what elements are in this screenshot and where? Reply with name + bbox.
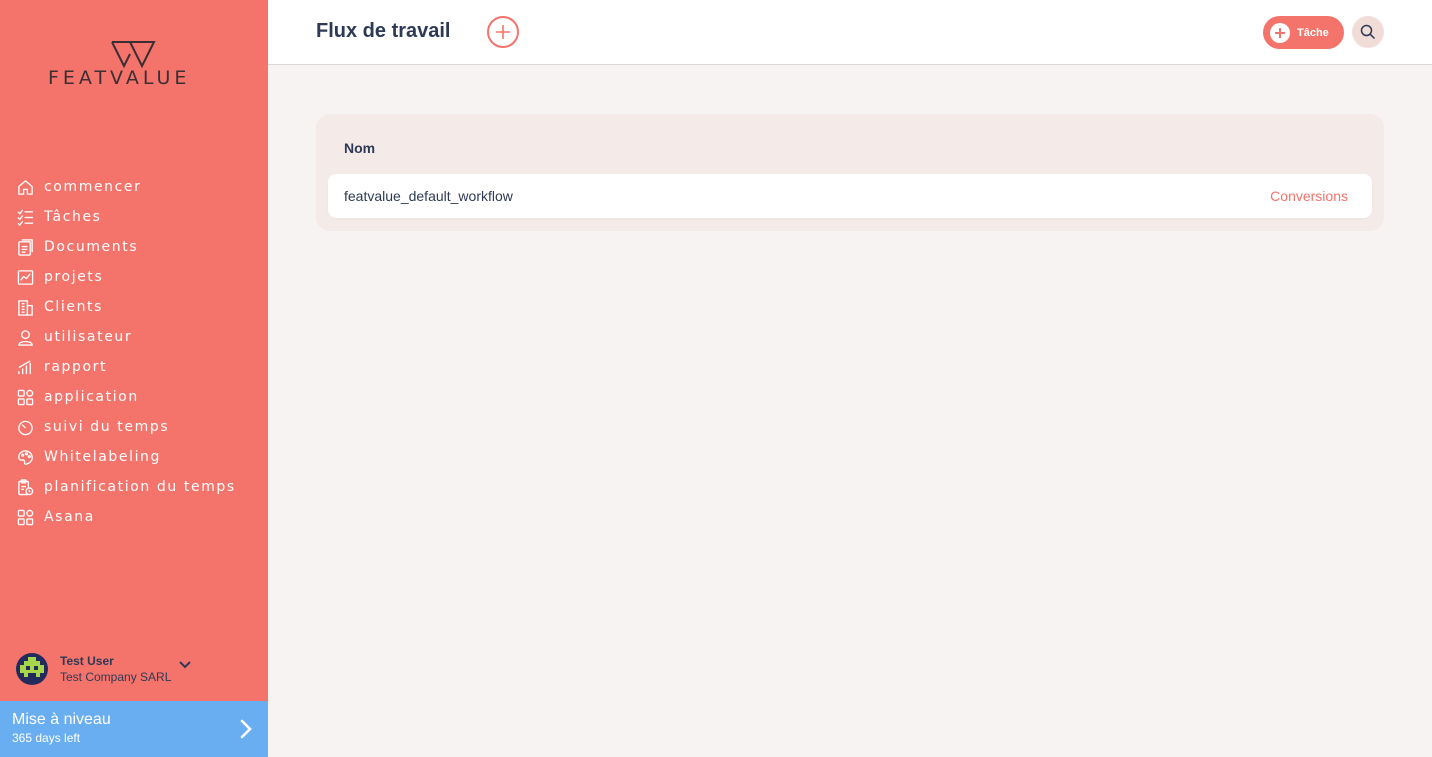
sidebar-item-planification-du-temps[interactable]: planification du temps — [16, 472, 260, 502]
add-workflow-button[interactable] — [487, 16, 519, 48]
avatar — [16, 653, 48, 685]
table-row[interactable]: featvalue_default_workflow Conversions — [328, 174, 1372, 218]
user-icon — [16, 328, 34, 346]
sidebar-item-label: projets — [44, 269, 104, 285]
plus-icon — [1270, 22, 1290, 43]
sidebar-item-clients[interactable]: Clients — [16, 292, 260, 322]
logo-mark-icon — [111, 41, 156, 68]
sidebar-item-label: utilisateur — [44, 329, 133, 345]
sidebar-nav: commencer Tâches Documents projets Clien… — [16, 172, 260, 532]
upgrade-title: Mise à niveau — [12, 711, 111, 728]
sidebar-item-rapport[interactable]: rapport — [16, 352, 260, 382]
document-icon — [16, 238, 34, 256]
featvalue-logo[interactable]: FEATVALUE — [48, 40, 220, 90]
sidebar-item-label: Clients — [44, 299, 104, 315]
checklist-icon — [16, 208, 34, 226]
add-task-button[interactable]: Tâche — [1263, 16, 1344, 49]
upgrade-days-left: 365 days left — [12, 731, 81, 745]
sidebar-item-documents[interactable]: Documents — [16, 232, 260, 262]
search-icon — [1360, 24, 1376, 40]
upgrade-banner[interactable]: Mise à niveau 365 days left — [0, 701, 268, 757]
building-icon — [16, 298, 34, 316]
chevron-right-icon — [240, 719, 252, 744]
user-name: Test User — [60, 654, 114, 668]
bar-chart-icon — [16, 358, 34, 376]
sidebar-item-utilisateur[interactable]: utilisateur — [16, 322, 260, 352]
clipboard-clock-icon — [16, 478, 34, 496]
apps-icon — [16, 388, 34, 406]
home-icon — [16, 178, 34, 196]
sidebar-item-label: commencer — [44, 179, 142, 195]
user-menu[interactable]: Test User Test Company SARL — [16, 652, 256, 686]
top-header: Flux de travail Tâche — [268, 0, 1432, 65]
user-company: Test Company SARL — [60, 670, 172, 684]
conversions-link[interactable]: Conversions — [1270, 188, 1348, 204]
sidebar-item-suivi-du-temps[interactable]: suivi du temps — [16, 412, 260, 442]
chevron-down-icon[interactable] — [179, 656, 192, 674]
logo-text: FEATVALUE — [48, 67, 191, 89]
sidebar-item-taches[interactable]: Tâches — [16, 202, 260, 232]
sidebar-item-asana[interactable]: Asana — [16, 502, 260, 532]
sidebar-item-label: Asana — [44, 509, 95, 525]
sidebar-item-label: Whitelabeling — [44, 449, 162, 465]
workflow-table: Nom featvalue_default_workflow Conversio… — [316, 114, 1384, 231]
plus-icon — [496, 25, 510, 39]
sidebar-item-application[interactable]: application — [16, 382, 260, 412]
sidebar-item-label: Documents — [44, 239, 139, 255]
sidebar-item-label: application — [44, 389, 139, 405]
chart-icon — [16, 268, 34, 286]
sidebar-item-commencer[interactable]: commencer — [16, 172, 260, 202]
add-task-label: Tâche — [1297, 26, 1329, 39]
palette-icon — [16, 448, 34, 466]
sidebar-item-whitelabeling[interactable]: Whitelabeling — [16, 442, 260, 472]
sidebar-item-projets[interactable]: projets — [16, 262, 260, 292]
page-title: Flux de travail — [316, 20, 451, 42]
workflow-name: featvalue_default_workflow — [344, 188, 513, 204]
apps-icon — [16, 508, 34, 526]
column-header-nom: Nom — [344, 140, 376, 156]
sidebar-item-label: planification du temps — [44, 479, 236, 495]
sidebar: FEATVALUE commencer Tâches Documents pro… — [0, 0, 268, 757]
sidebar-item-label: rapport — [44, 359, 108, 375]
sidebar-item-label: suivi du temps — [44, 419, 170, 435]
timer-icon — [16, 418, 34, 436]
search-button[interactable] — [1352, 16, 1384, 48]
sidebar-item-label: Tâches — [44, 209, 102, 225]
